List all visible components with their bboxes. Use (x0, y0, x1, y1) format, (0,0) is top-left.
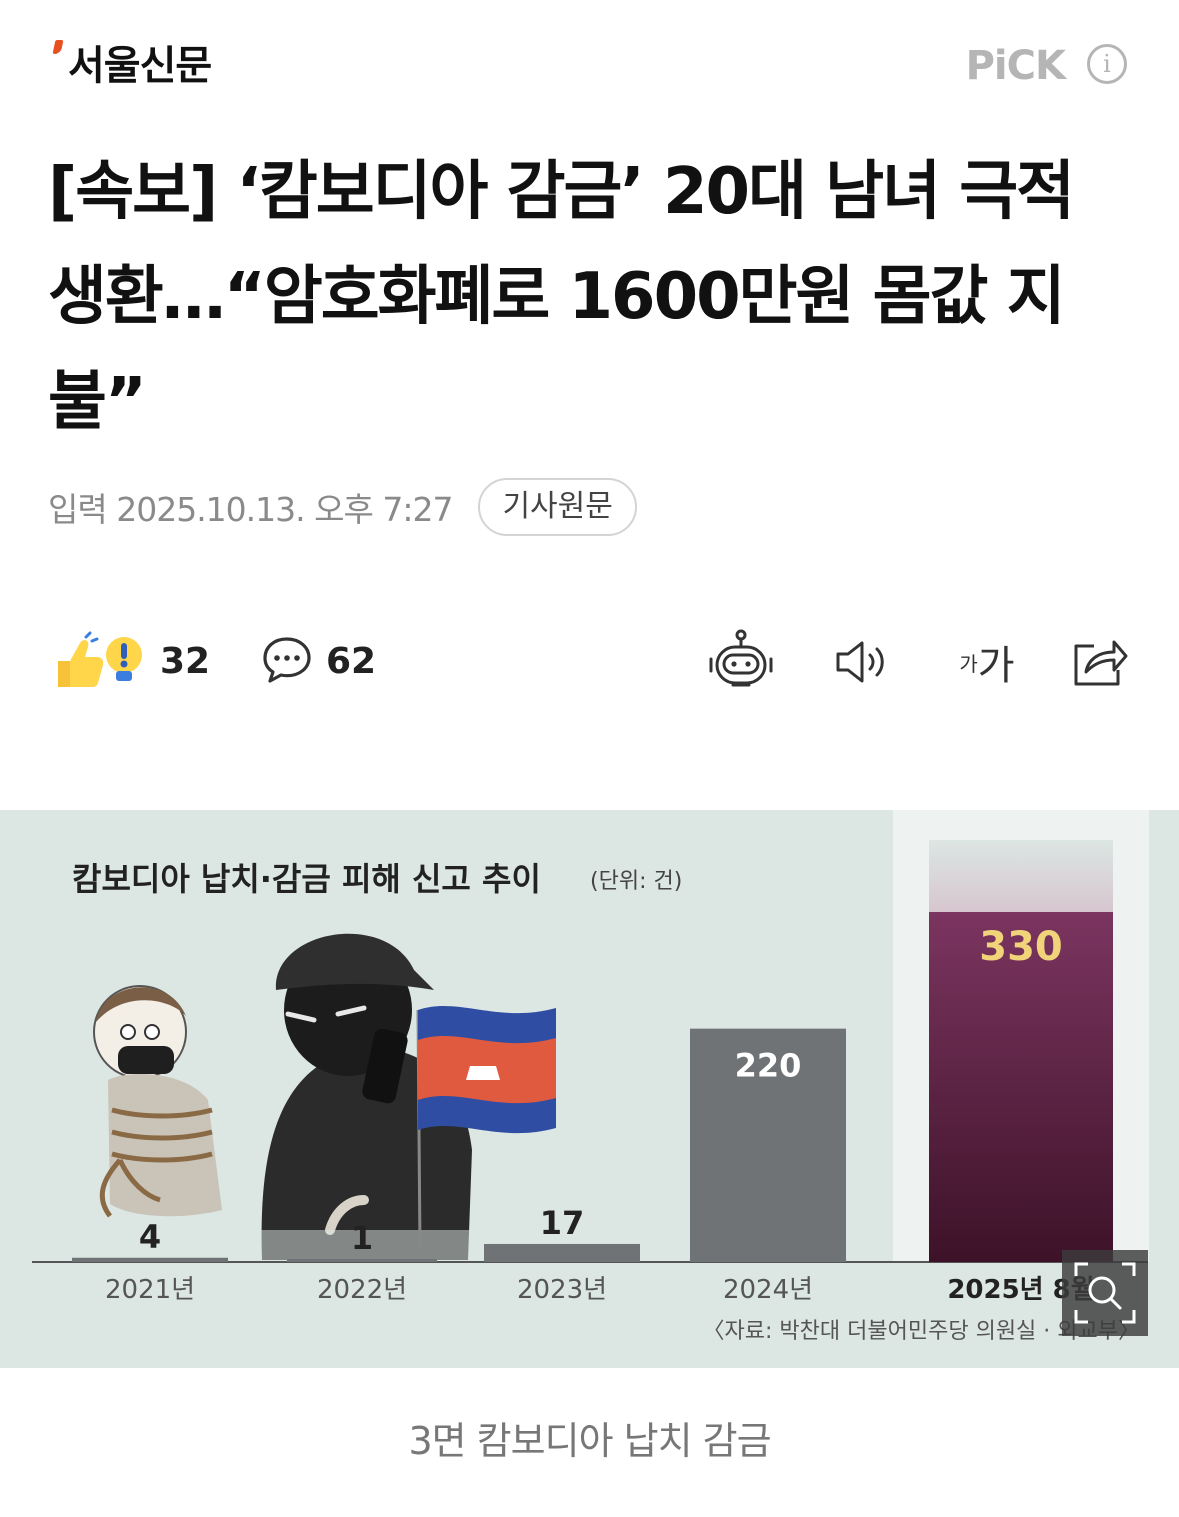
bar-3 (484, 1243, 640, 1262)
info-icon[interactable]: i (1087, 44, 1127, 84)
bar-value-label-5: 330 (979, 924, 1063, 970)
article-meta: 입력 2025.10.13. 오후 7:27 기사원문 (48, 478, 637, 536)
bar-1 (72, 1257, 228, 1262)
comment-icon (262, 635, 312, 687)
reaction-count: 32 (160, 640, 211, 682)
original-article-button[interactable]: 기사원문 (478, 478, 637, 536)
bar-chart: 캄보디아 납치·감금 피해 신고 추이 (단위: 건) 4 1 17220330… (0, 810, 1179, 1368)
logo-mark-icon (52, 38, 64, 60)
highlight-bar-fade (929, 840, 1113, 912)
x-tick-label-4: 2024년 (723, 1275, 813, 1305)
publish-date: 입력 2025.10.13. 오후 7:27 (48, 490, 453, 529)
reaction-emoji-icon (52, 631, 148, 691)
comment-count: 62 (326, 640, 377, 682)
header: 서울신문 PiCK i (0, 0, 1179, 120)
bar-value-label-1: 4 (139, 1218, 161, 1256)
press-logo[interactable]: 서울신문 (52, 38, 212, 98)
bar-value-label-3: 17 (540, 1204, 585, 1242)
comment-button[interactable]: 62 (262, 635, 376, 687)
speaker-icon[interactable] (828, 627, 898, 697)
font-size-icon[interactable]: 가가 (952, 627, 1022, 697)
x-tick-label-1: 2021년 (105, 1275, 195, 1305)
chart-unit: (단위: 건) (590, 869, 682, 894)
chart-title: 캄보디아 납치·감금 피해 신고 추이 (72, 860, 541, 898)
bar-value-label-2: 1 (351, 1219, 373, 1257)
image-zoom-button[interactable] (1062, 1250, 1148, 1336)
article-infographic[interactable]: 캄보디아 납치·감금 피해 신고 추이 (단위: 건) 4 1 17 220 3… (0, 810, 1179, 1368)
share-icon[interactable] (1064, 627, 1134, 697)
font-size-small-label: 가 (959, 651, 978, 676)
reaction-button[interactable]: 32 (52, 631, 210, 691)
pick-badge: PiCK (965, 43, 1066, 89)
action-bar: 32 62 가가 (0, 625, 1179, 701)
font-size-big-label: 가 (977, 643, 1015, 689)
bar-2 (287, 1259, 437, 1262)
article-headline: [속보] ‘캄보디아 감금’ 20대 남녀 극적 생환…“암호화폐로 1600만… (48, 155, 1075, 439)
zoom-icon (1074, 1262, 1136, 1324)
image-caption: 3면 캄보디아 납치 감금 (408, 1419, 771, 1463)
bar-value-label-4: 220 (735, 1047, 802, 1085)
press-name: 서울신문 (68, 43, 212, 89)
robot-summary-icon[interactable] (706, 627, 776, 697)
x-tick-label-2: 2022년 (317, 1275, 407, 1305)
x-tick-label-3: 2023년 (517, 1275, 607, 1305)
